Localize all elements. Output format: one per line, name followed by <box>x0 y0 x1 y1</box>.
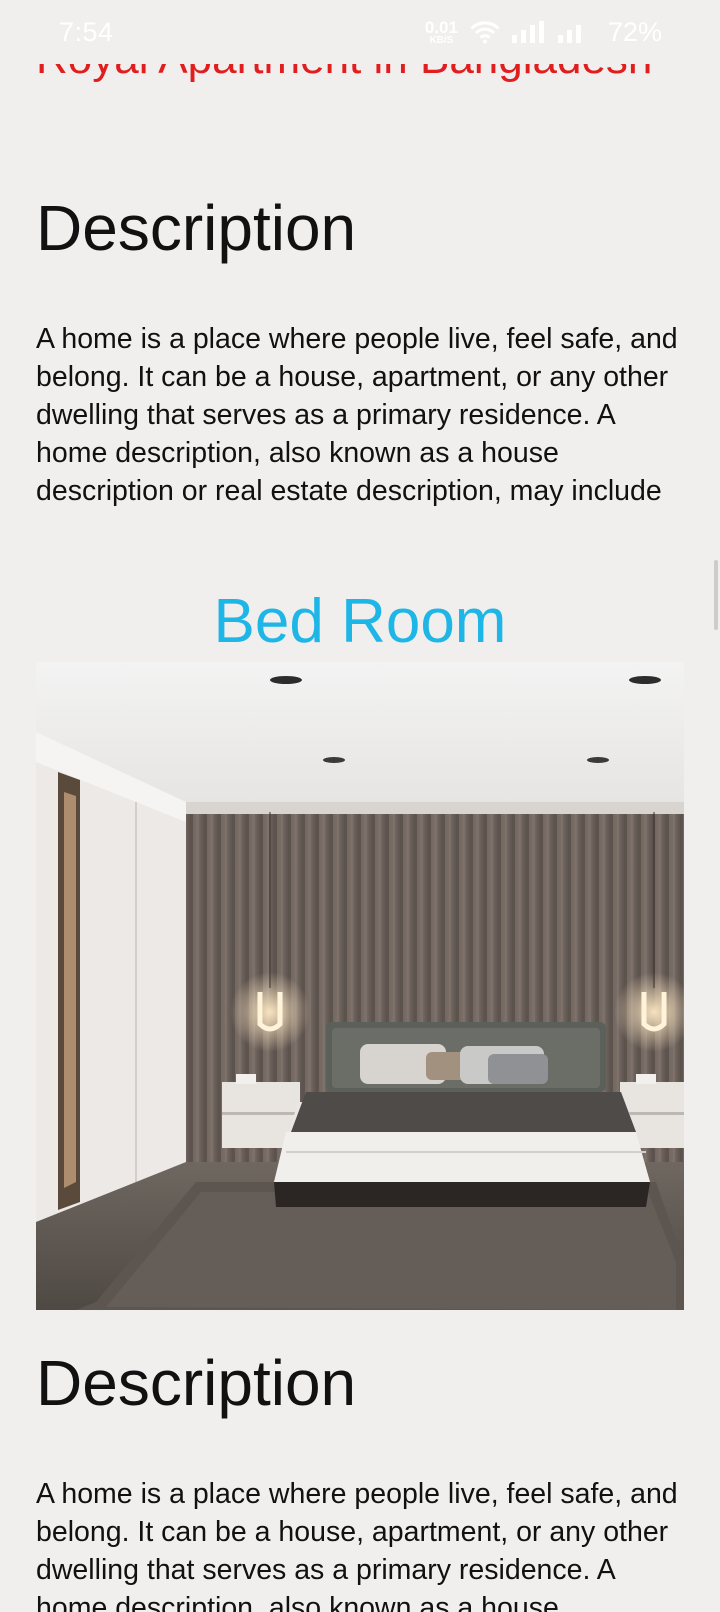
battery-percent: 72% <box>607 16 662 47</box>
description-text-2: A home is a place where people live, fee… <box>36 1478 678 1612</box>
network-speed-value: 0.01 <box>424 17 458 37</box>
description-text: A home is a place where people live, fee… <box>36 323 678 507</box>
status-time: 7:54 <box>59 17 114 47</box>
description-heading: Description <box>36 192 357 264</box>
app-screen: 7:54 0.01 KB/S 72% Description A home is… <box>0 0 720 1612</box>
status-bar: 7:54 0.01 KB/S 72% <box>0 0 720 64</box>
description-heading-2: Description <box>36 1347 357 1419</box>
signal-icon-sim2 <box>557 21 584 43</box>
bed-room-image <box>36 662 684 1310</box>
network-speed: 0.01 KB/S <box>425 19 458 46</box>
bed-room-title: Bed Room <box>213 587 507 656</box>
scrollbar[interactable] <box>714 560 718 630</box>
signal-icon-sim1 <box>511 21 546 43</box>
status-icons: 0.01 KB/S 72% <box>425 14 662 50</box>
network-speed-unit: KB/S <box>429 34 454 46</box>
wifi-icon <box>470 20 500 44</box>
